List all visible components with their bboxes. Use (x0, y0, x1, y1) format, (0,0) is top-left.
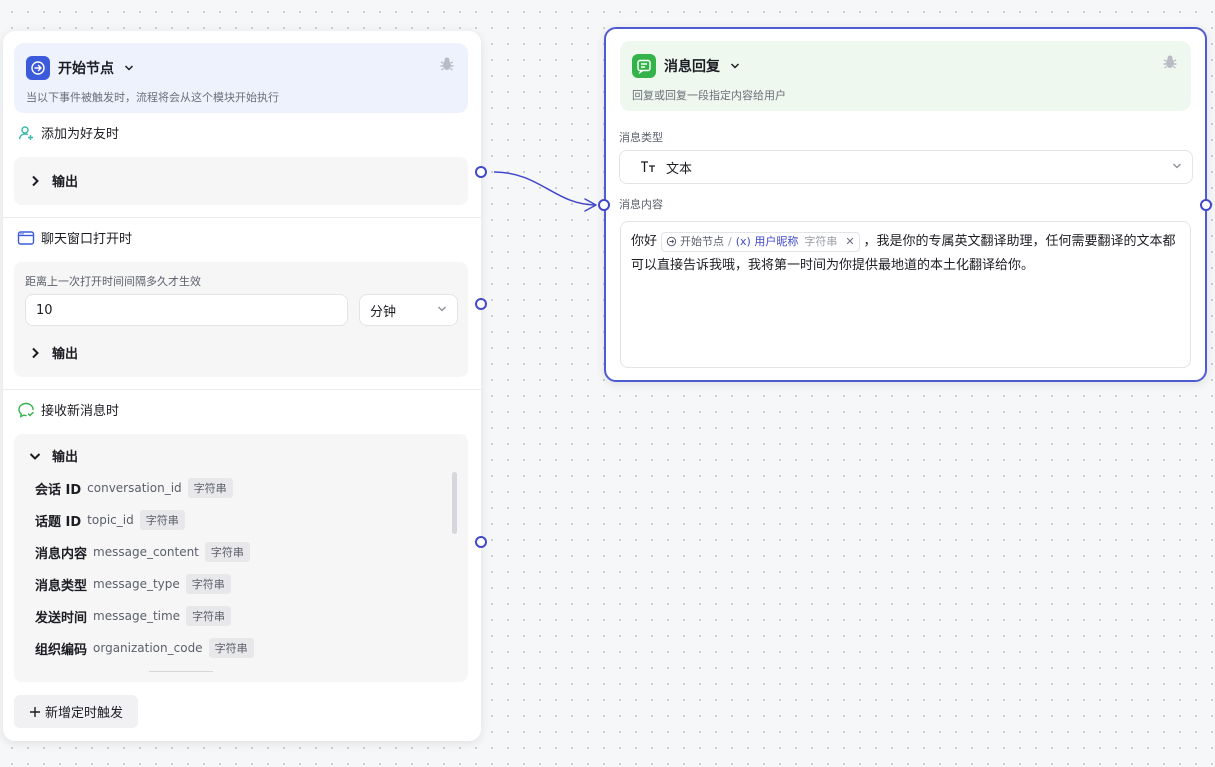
param-name: 话题 ID (35, 514, 82, 530)
unit-select[interactable]: 分钟 (359, 294, 458, 326)
user-add-icon (17, 124, 35, 142)
chevron-down-icon[interactable] (730, 61, 740, 71)
param-key: message_time (93, 609, 181, 623)
close-icon[interactable]: ✕ (845, 230, 854, 254)
param-key: conversation_id (87, 481, 182, 495)
content-prefix: 你好 (631, 234, 658, 249)
input-port-reply[interactable] (598, 199, 610, 211)
output-port-reply[interactable] (1200, 199, 1212, 211)
start-node[interactable]: 开始节点 当以下事件被触发时，流程将会从这个模块开始执行 添加为好友时 输出 聊 (3, 31, 481, 741)
add-timer-trigger-button[interactable]: 新增定时触发 (14, 695, 138, 728)
trigger-chat-window: 聊天窗口打开时 (17, 228, 132, 247)
output-port-new-message[interactable] (475, 536, 487, 548)
message-reply-node[interactable]: 消息回复 回复或回复一段指定内容给用户 消息类型 文本 消息内容 你好 开始节点 /… (604, 27, 1207, 382)
bug-icon[interactable] (438, 55, 456, 73)
param-key: message_type (93, 577, 180, 591)
chat-window-panel: 距离上一次打开时间间隔多久才生效 10 分钟 输出 (14, 262, 468, 377)
param-name: 会话 ID (35, 482, 82, 498)
chevron-right-icon (28, 346, 42, 360)
bug-icon[interactable] (1161, 53, 1179, 71)
param-row: 消息内容 message_content 字符串 (35, 541, 250, 563)
interval-value: 10 (36, 302, 53, 318)
output-port-chat-window[interactable] (475, 298, 487, 310)
chevron-down-icon (28, 449, 42, 463)
message-reply-icon (632, 54, 656, 78)
add-timer-trigger-label: 新增定时触发 (44, 706, 123, 721)
param-key: message_content (93, 545, 199, 559)
chevron-right-icon (28, 174, 42, 188)
message-content-label: 消息内容 (619, 198, 663, 211)
output-toggle[interactable]: 输出 (28, 343, 78, 362)
divider (3, 217, 481, 218)
reply-node-description: 回复或回复一段指定内容给用户 (632, 89, 786, 102)
trigger-new-message-label: 接收新消息时 (41, 404, 120, 419)
param-row: 会话 ID conversation_id 字符串 (35, 477, 233, 499)
output-label: 输出 (52, 450, 79, 465)
window-icon (17, 229, 35, 247)
start-node-title: 开始节点 (58, 61, 114, 77)
param-type-tag: 字符串 (208, 638, 254, 658)
message-type-select[interactable]: 文本 (619, 150, 1193, 184)
param-row: 消息类型 message_type 字符串 (35, 573, 231, 595)
param-type-tag: 字符串 (204, 542, 250, 562)
start-node-header: 开始节点 当以下事件被触发时，流程将会从这个模块开始执行 (14, 43, 468, 113)
start-node-icon (26, 56, 50, 80)
add-friend-output-panel: 输出 (14, 157, 468, 205)
reply-node-title: 消息回复 (664, 59, 720, 75)
chevron-down-icon[interactable] (124, 63, 134, 73)
truncated-row-hint (149, 671, 213, 677)
reply-node-header: 消息回复 回复或回复一段指定内容给用户 (620, 41, 1191, 111)
chip-variable: (x) 用户昵称 (736, 230, 799, 254)
param-type-tag: 字符串 (186, 606, 232, 626)
trigger-add-friend: 添加为好友时 (17, 123, 119, 142)
chip-node-label: 开始节点 (680, 234, 725, 248)
param-type-tag: 字符串 (139, 510, 185, 530)
param-key: topic_id (87, 513, 134, 527)
output-port-add-friend[interactable] (475, 166, 487, 178)
chip-variable-label: 用户昵称 (754, 234, 799, 248)
unit-value: 分钟 (370, 304, 397, 320)
interval-input[interactable]: 10 (25, 294, 348, 326)
param-row: 发送时间 message_time 字符串 (35, 605, 232, 627)
output-label: 输出 (52, 347, 79, 362)
param-type-tag: 字符串 (185, 574, 231, 594)
chip-type: 字符串 (804, 234, 838, 248)
output-label: 输出 (52, 175, 79, 190)
param-name: 组织编码 (35, 642, 88, 658)
variable-chip[interactable]: 开始节点 / (x) 用户昵称 字符串 ✕ (661, 230, 860, 254)
message-type-value: 文本 (666, 161, 693, 177)
param-key: organization_code (93, 641, 203, 655)
message-icon (17, 401, 35, 419)
param-type-tag: 字符串 (187, 478, 233, 498)
param-name: 消息类型 (35, 578, 88, 594)
param-row: 话题 ID topic_id 字符串 (35, 509, 185, 531)
trigger-add-friend-label: 添加为好友时 (41, 127, 120, 142)
param-name: 发送时间 (35, 610, 88, 626)
param-row: 组织编码 organization_code 字符串 (35, 637, 254, 659)
chip-node: 开始节点 (666, 230, 724, 254)
text-type-icon (640, 160, 656, 174)
param-name: 消息内容 (35, 546, 88, 562)
output-toggle[interactable]: 输出 (28, 446, 78, 465)
scrollbar[interactable] (452, 472, 457, 534)
divider (3, 389, 481, 390)
node-ref-icon (666, 236, 677, 247)
message-content-editor[interactable]: 你好 开始节点 / (x) 用户昵称 字符串 ✕ ，我是你的专属英文翻译助理，任何需要翻译的… (620, 221, 1191, 368)
plus-icon (29, 706, 41, 718)
chevron-down-icon (437, 303, 447, 318)
output-toggle[interactable]: 输出 (28, 171, 78, 190)
chip-separator: / (728, 234, 732, 248)
trigger-chat-window-label: 聊天窗口打开时 (41, 232, 133, 247)
trigger-new-message: 接收新消息时 (17, 400, 119, 419)
chevron-down-icon (1172, 160, 1182, 175)
interval-label: 距离上一次打开时间间隔多久才生效 (25, 275, 201, 288)
message-type-label: 消息类型 (619, 131, 663, 144)
new-message-panel: 输出 会话 ID conversation_id 字符串 话题 ID topic… (14, 434, 468, 682)
start-node-description: 当以下事件被触发时，流程将会从这个模块开始执行 (26, 91, 279, 104)
variable-icon: (x) (735, 234, 755, 248)
